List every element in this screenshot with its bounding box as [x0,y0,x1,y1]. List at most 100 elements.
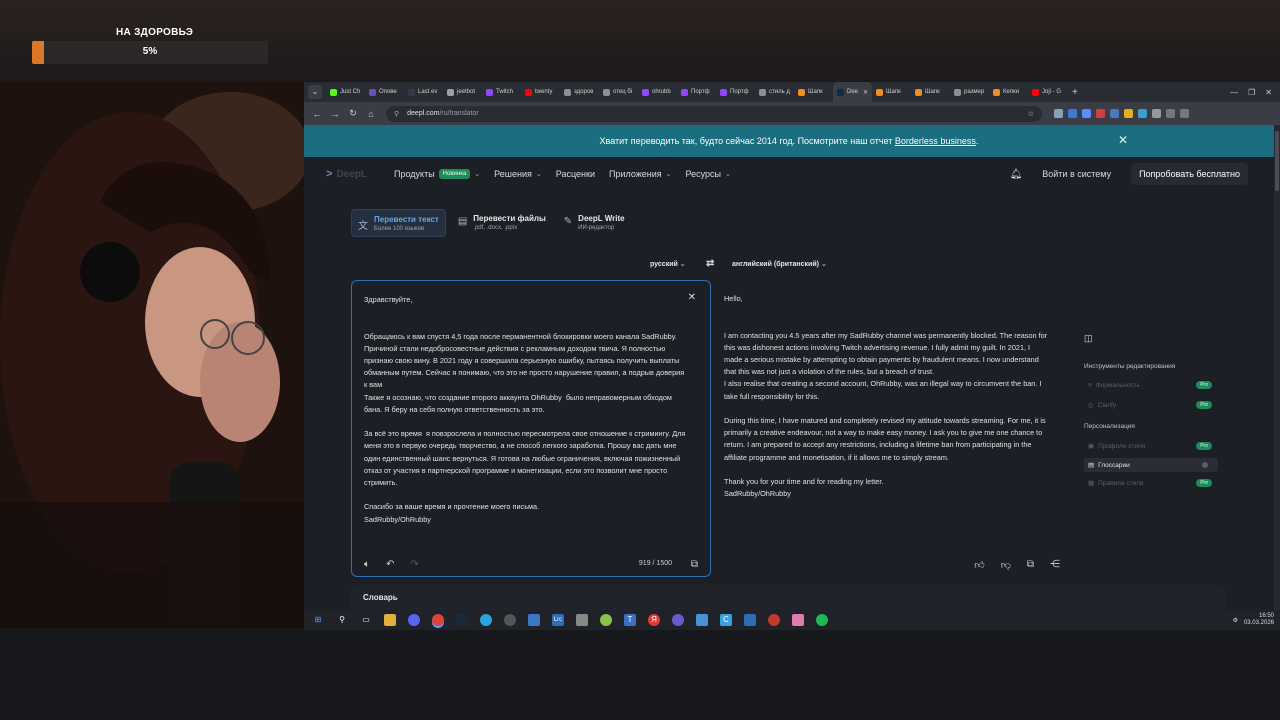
forward-icon[interactable]: → [326,109,344,119]
dictionary-panel[interactable]: Словарь [351,585,1225,610]
extension-icon[interactable] [1068,109,1077,118]
scrollbar-thumb[interactable] [1275,131,1279,191]
banner-link[interactable]: Borderless business [895,136,976,146]
browser-tab[interactable]: Шапк [794,82,833,102]
browser-tab[interactable]: отец бі [599,82,638,102]
share-icon[interactable]: ⋲ [1050,559,1060,571]
network-icon[interactable]: ⚙︎ [1233,617,1238,624]
clock[interactable]: 16:50 03.03.2026 [1244,613,1274,627]
discord-icon[interactable] [408,614,420,626]
search-icon[interactable]: ⚲ [336,614,348,626]
browser-tab[interactable]: Кепки [989,82,1028,102]
redo-icon[interactable]: ↷ [410,559,418,570]
sidebar-item-glossaries[interactable]: ▤ Глоссарии [1084,458,1218,472]
maximize-icon[interactable]: ❐ [1248,88,1255,97]
thumbs-up-icon[interactable]: 👍︎ [974,559,984,571]
page-scrollbar[interactable] [1274,125,1280,610]
copy-translation-icon[interactable]: ⧉ [1027,559,1034,571]
tab-search-button[interactable]: ⌄ [308,85,322,99]
copy-source-icon[interactable]: ⧉ [691,559,698,570]
telegram-icon[interactable] [480,614,492,626]
extension-icon[interactable] [1138,109,1147,118]
bookmark-star-icon[interactable]: ☆ [1028,110,1034,118]
browser-tab[interactable]: Опове [365,82,404,102]
app-icon[interactable] [672,614,684,626]
browser-tab[interactable]: Dee ✕ [833,82,872,102]
app-icon[interactable] [528,614,540,626]
browser-tab[interactable]: Портф [716,82,755,102]
deepl-logo[interactable]: > DeepL [326,168,380,180]
browser-tab[interactable]: стиль д [755,82,794,102]
banner-close-icon[interactable]: ✕ [1118,133,1128,147]
reload-icon[interactable]: ↻ [344,108,362,119]
mode-deepl-write[interactable]: ✎ DeepL Write ИИ-редактор [558,209,631,237]
site-info-icon[interactable]: ⚲ [394,110,399,118]
sidebar-item-clarify[interactable]: ◎ Clarify Pro [1084,398,1218,412]
extension-icon[interactable] [1054,109,1063,118]
menu-pricing[interactable]: Расценки [556,169,595,179]
extension-icon[interactable] [1082,109,1091,118]
browser-tab[interactable]: здоров [560,82,599,102]
thumbs-down-icon[interactable]: 👎︎ [1001,559,1011,571]
menu-apps[interactable]: Приложения ⌄ [609,169,672,179]
browser-tab[interactable]: Шапк [911,82,950,102]
steam-icon[interactable] [456,614,468,626]
app-icon[interactable] [696,614,708,626]
app-icon[interactable]: C [720,614,732,626]
menu-icon[interactable] [1180,109,1189,118]
explorer-icon[interactable] [384,614,396,626]
bell-icon[interactable]: 🔔︎ [1010,169,1023,180]
login-link[interactable]: Войти в систему [1042,169,1111,179]
sidebar-item-style-profiles[interactable]: ▣ Профили стиля Pro [1084,439,1218,453]
extension-icon[interactable] [1124,109,1133,118]
address-bar[interactable]: ⚲ deepl.com/ru/translator ☆ [386,105,1042,122]
home-icon[interactable]: ⌂ [362,109,380,119]
spotify-icon[interactable] [816,614,828,626]
close-window-icon[interactable]: ✕ [1265,88,1272,97]
sidebar-toggle-icon[interactable]: ◫ [1084,333,1093,344]
target-language-select[interactable]: английский (британский) ⌄ [732,260,827,268]
browser-tab[interactable]: Twitch [482,82,521,102]
undo-icon[interactable]: ↶ [386,559,394,570]
try-free-button[interactable]: Попробовать бесплатно [1131,163,1248,185]
start-icon[interactable]: ⊞ [312,614,324,626]
extension-icon[interactable] [1110,109,1119,118]
browser-tab[interactable]: Joji - G [1028,82,1067,102]
obs-icon[interactable] [504,614,516,626]
sidebar-item-formality[interactable]: ≡ Формальность Pro [1084,378,1218,392]
app-icon[interactable] [768,614,780,626]
browser-tab[interactable]: ohrubb [638,82,677,102]
yandex-icon[interactable]: Я [648,614,660,626]
browser-tab[interactable]: размер [950,82,989,102]
mode-translate-text[interactable]: 文 Перевести текст Более 100 языков [351,209,446,237]
clear-text-icon[interactable]: ✕ [688,292,696,303]
source-textarea[interactable]: Здравствуйте, Обращаюсь к вам спустя 4,5… [364,294,686,526]
extensions-puzzle-icon[interactable] [1152,109,1161,118]
browser-tab[interactable]: Last ev [404,82,443,102]
app-icon[interactable] [576,614,588,626]
menu-solutions[interactable]: Решения ⌄ [494,169,542,179]
browser-tab[interactable]: Шапк [872,82,911,102]
new-tab-button[interactable]: + [1067,87,1083,98]
sidebar-item-style-rules[interactable]: ▦ Правила стиля Pro [1084,476,1218,490]
close-tab-icon[interactable]: ✕ [863,89,868,96]
chrome-icon[interactable] [432,614,444,626]
menu-products[interactable]: Продукты Новинка ⌄ [394,169,480,179]
browser-tab[interactable]: Портф [677,82,716,102]
menu-resources[interactable]: Ресурсы ⌄ [686,169,731,179]
source-text-panel[interactable]: Здравствуйте, Обращаюсь к вам спустя 4,5… [351,280,711,577]
app-icon[interactable] [600,614,612,626]
task-view-icon[interactable]: ▭ [360,614,372,626]
swap-languages-icon[interactable]: ⇄ [706,258,714,269]
source-language-select[interactable]: русский ⌄ [650,260,686,268]
back-icon[interactable]: ← [308,109,326,119]
browser-tab[interactable]: Just Ch [326,82,365,102]
teams-icon[interactable]: T [624,614,636,626]
minimize-icon[interactable]: — [1230,88,1238,97]
chart-app-icon[interactable] [744,614,756,626]
browser-tab[interactable]: twenty [521,82,560,102]
browser-tab[interactable]: jeetbot [443,82,482,102]
profile-icon[interactable] [1166,109,1175,118]
speaker-icon[interactable]: 🔈︎ [364,559,370,570]
app-icon[interactable] [792,614,804,626]
